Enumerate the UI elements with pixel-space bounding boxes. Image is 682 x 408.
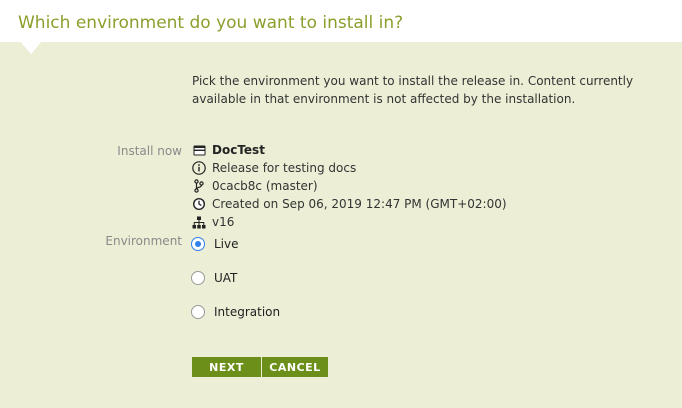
branch-icon bbox=[192, 179, 206, 193]
release-name: DocTest bbox=[212, 143, 265, 157]
card-icon bbox=[192, 143, 206, 157]
radio-uat[interactable] bbox=[191, 271, 205, 285]
info-icon bbox=[192, 161, 206, 175]
environment-option-label: Live bbox=[214, 237, 239, 251]
created-row: Created on Sep 06, 2019 12:47 PM (GMT+02… bbox=[192, 195, 507, 213]
page-title: Which environment do you want to install… bbox=[18, 13, 404, 33]
created-date: Created on Sep 06, 2019 12:47 PM (GMT+02… bbox=[212, 197, 507, 211]
radio-live[interactable] bbox=[191, 237, 205, 251]
commit-row: 0cacb8c (master) bbox=[192, 177, 318, 195]
environment-option-label: Integration bbox=[214, 305, 281, 319]
commit-info: 0cacb8c (master) bbox=[212, 179, 318, 193]
version-number: v16 bbox=[212, 215, 235, 229]
environment-option-integration[interactable]: Integration bbox=[191, 303, 280, 321]
version-row: v16 bbox=[192, 213, 234, 231]
environment-option-label: UAT bbox=[214, 271, 238, 285]
radio-integration[interactable] bbox=[191, 305, 205, 319]
header-pointer bbox=[20, 41, 42, 54]
release-name-row: DocTest bbox=[192, 141, 265, 159]
clock-icon bbox=[192, 197, 206, 211]
install-now-label: Install now bbox=[117, 144, 182, 158]
cancel-button[interactable]: CANCEL bbox=[262, 357, 328, 377]
next-button[interactable]: NEXT bbox=[192, 357, 261, 377]
environment-option-uat[interactable]: UAT bbox=[191, 269, 237, 287]
release-description-row: Release for testing docs bbox=[192, 159, 356, 177]
sitemap-icon bbox=[192, 215, 206, 229]
intro-text: Pick the environment you want to install… bbox=[192, 74, 634, 106]
environment-option-live[interactable]: Live bbox=[191, 235, 239, 253]
environment-label: Environment bbox=[105, 234, 182, 248]
release-description: Release for testing docs bbox=[212, 161, 357, 175]
page-header: Which environment do you want to install… bbox=[0, 0, 682, 42]
